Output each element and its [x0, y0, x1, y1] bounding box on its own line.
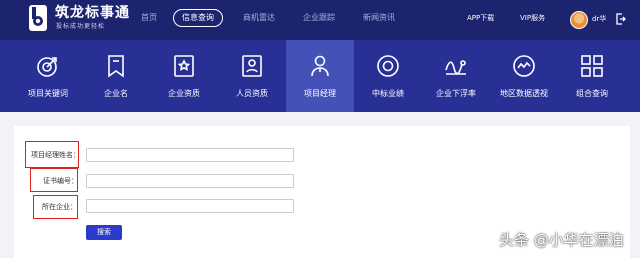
search-button[interactable]: 搜索 — [86, 225, 122, 240]
tab-regional-data[interactable]: 地区数据透视 — [490, 40, 558, 112]
manager-name-label: 项目经理姓名： — [31, 151, 80, 159]
brand-slogan: 投标成功更轻松 — [56, 23, 106, 30]
nav-info-query[interactable]: 信息查询 — [173, 9, 223, 27]
tab-label: 企业资质 — [168, 89, 200, 98]
tab-company-name[interactable]: 企业名 — [82, 40, 150, 112]
chart-circle-icon — [513, 55, 535, 77]
tab-winning-bids[interactable]: 中标业绩 — [354, 40, 422, 112]
category-tabs: 项目关键词 企业名 企业资质 人员资质 项目经理 中标业绩 企业下浮率 地区数据… — [0, 40, 640, 112]
tab-label: 组合查询 — [576, 89, 608, 98]
vip-service-link[interactable]: VIP服务 — [520, 13, 545, 23]
trend-icon — [445, 60, 466, 75]
brand-name[interactable]: 筑龙标事通 — [55, 5, 130, 21]
watermark: 头条 @小华在漂泊 — [499, 231, 624, 249]
tab-label: 地区数据透视 — [500, 89, 548, 98]
tab-label: 项目关键词 — [28, 89, 68, 98]
certificate-icon — [174, 55, 194, 77]
tab-personnel-qualification[interactable]: 人员资质 — [218, 40, 286, 112]
nav-opportunity-radar[interactable]: 商机雷达 — [243, 12, 275, 24]
avatar[interactable] — [570, 11, 588, 29]
logo-icon[interactable] — [28, 4, 52, 34]
company-label: 所在企业： — [42, 203, 77, 211]
medal-icon — [377, 55, 399, 77]
nav-company-tracking[interactable]: 企业跟踪 — [303, 12, 335, 24]
tab-project-keyword[interactable]: 项目关键词 — [14, 40, 82, 112]
top-navigation-bar: 筑龙标事通 投标成功更轻松 首页 信息查询 商机雷达 企业跟踪 新闻资讯 APP… — [0, 0, 640, 40]
company-input[interactable] — [86, 199, 294, 213]
person-icon — [311, 55, 329, 77]
bookmark-icon — [108, 55, 124, 78]
tab-label: 人员资质 — [236, 89, 268, 98]
app-download-link[interactable]: APP下载 — [467, 13, 494, 23]
username[interactable]: dr华 — [592, 14, 606, 24]
tab-company-qualification[interactable]: 企业资质 — [150, 40, 218, 112]
tab-discount-rate[interactable]: 企业下浮率 — [422, 40, 490, 112]
nav-news[interactable]: 新闻资讯 — [363, 12, 395, 24]
tab-label: 企业下浮率 — [436, 89, 476, 98]
tab-combined-query[interactable]: 组合查询 — [558, 40, 626, 112]
certificate-number-input[interactable] — [86, 174, 294, 188]
tab-label: 中标业绩 — [372, 89, 404, 98]
nav-home[interactable]: 首页 — [141, 12, 157, 24]
tab-project-manager[interactable]: 项目经理 — [286, 40, 354, 112]
target-icon — [37, 57, 57, 77]
logout-icon[interactable] — [616, 13, 626, 25]
tab-label: 企业名 — [104, 89, 128, 98]
grid-icon — [581, 55, 603, 77]
id-card-icon — [242, 55, 262, 77]
manager-name-input[interactable] — [86, 148, 294, 162]
certificate-number-label: 证书编号： — [43, 177, 78, 185]
tab-label: 项目经理 — [304, 89, 336, 98]
